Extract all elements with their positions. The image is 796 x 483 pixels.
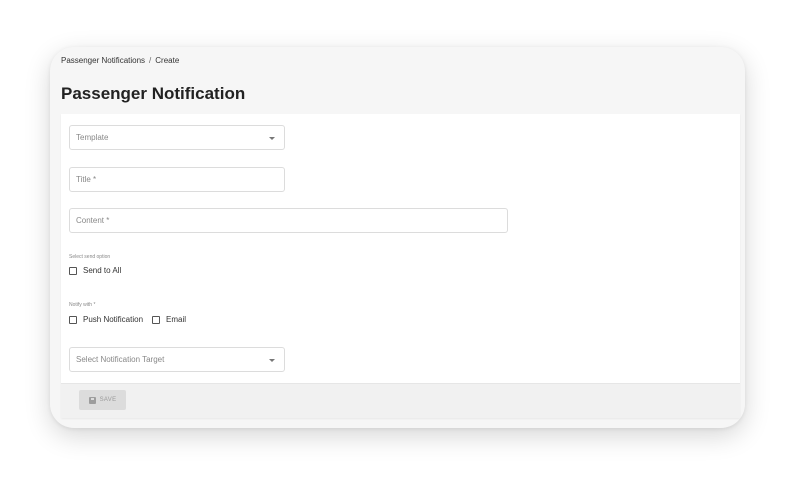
breadcrumb-separator: / [149,56,152,65]
chevron-down-icon [269,137,275,140]
content-placeholder: Content * [76,216,110,225]
send-to-all-label[interactable]: Send to All [83,266,121,275]
send-option-row: Send to All [69,266,130,275]
save-button[interactable]: SAVE [79,390,126,410]
notification-target-select[interactable]: Select Notification Target [69,347,285,372]
template-placeholder: Template [76,133,109,142]
page-title: Passenger Notification [61,84,246,103]
send-option-label: Select send option [69,254,111,260]
title-input[interactable]: Title * [69,167,285,192]
notification-target-placeholder: Select Notification Target [76,355,165,364]
email-checkbox[interactable] [152,315,161,324]
template-select[interactable]: Template [69,125,285,150]
breadcrumb-current: Create [155,56,180,65]
form-card: Template Title * Content * Select send o… [61,114,740,418]
content-input[interactable]: Content * [69,208,508,233]
app-window: Passenger Notifications / Create Passeng… [50,47,745,428]
breadcrumb-parent-link[interactable]: Passenger Notifications [61,56,145,65]
save-icon [88,396,96,404]
chevron-down-icon [269,359,275,362]
breadcrumb: Passenger Notifications / Create [61,56,179,65]
send-to-all-checkbox[interactable] [69,266,77,275]
form-footer: SAVE [61,383,740,418]
push-notification-label[interactable]: Push Notification [83,315,143,324]
save-button-label: SAVE [99,397,117,403]
title-placeholder: Title * [76,175,97,184]
notify-with-label: Notify with * [69,302,96,308]
notify-with-row: Push Notification Email [69,315,195,324]
email-label[interactable]: Email [166,315,186,324]
push-notification-checkbox[interactable] [69,315,77,324]
